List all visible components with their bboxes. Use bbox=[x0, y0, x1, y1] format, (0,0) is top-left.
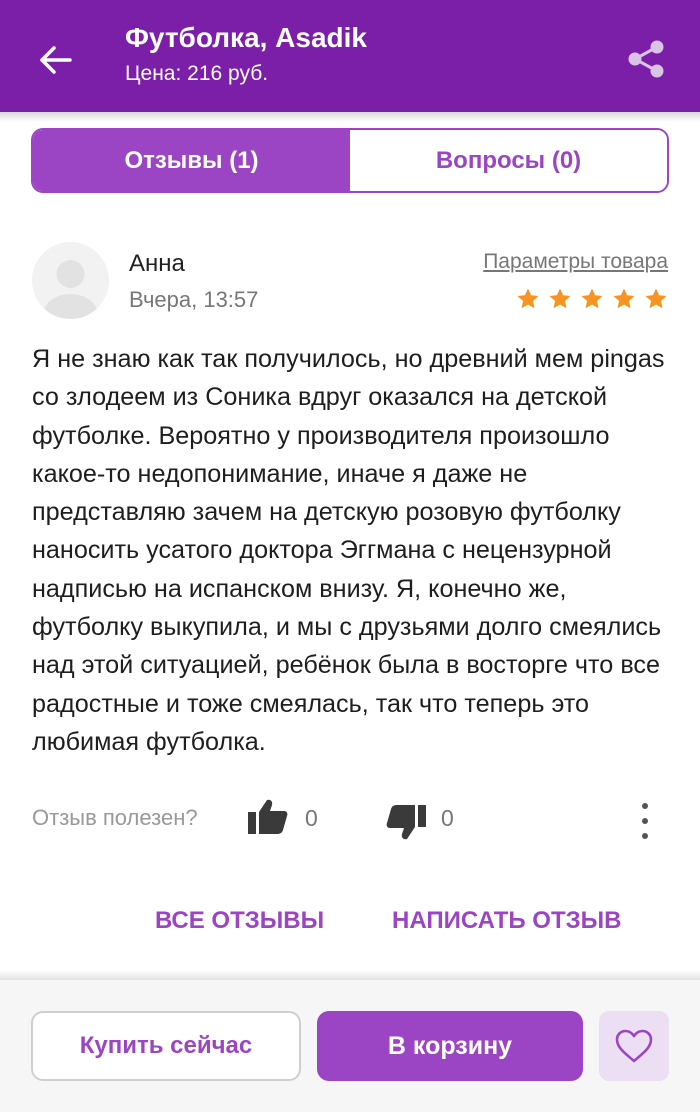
thumbs-up-icon[interactable] bbox=[246, 797, 290, 837]
helpful-label: Отзыв полезен? bbox=[32, 805, 198, 830]
share-icon bbox=[628, 40, 664, 78]
app-bar: Футболка, Asadik Цена: 216 руб. bbox=[0, 0, 700, 112]
all-reviews-link[interactable]: ВСЕ ОТЗЫВЫ bbox=[155, 907, 324, 935]
star-icon bbox=[517, 288, 539, 309]
more-vert-icon bbox=[642, 803, 648, 809]
favorite-button[interactable] bbox=[599, 1011, 669, 1081]
rating-stars bbox=[516, 287, 668, 311]
add-to-cart-button[interactable]: В корзину bbox=[317, 1011, 583, 1081]
share-button[interactable] bbox=[620, 36, 672, 82]
arrow-left-icon bbox=[40, 46, 72, 74]
tab-reviews[interactable]: Отзывы (1) bbox=[33, 130, 350, 191]
star-icon bbox=[581, 288, 603, 309]
product-title: Футболка, Asadik bbox=[125, 22, 367, 53]
tab-questions[interactable]: Вопросы (0) bbox=[350, 130, 667, 191]
review-date: Вчера, 13:57 bbox=[129, 287, 259, 312]
heart-icon bbox=[615, 1029, 653, 1063]
app-bar-shadow bbox=[0, 112, 700, 122]
star-icon bbox=[549, 288, 571, 309]
star-icon bbox=[645, 288, 667, 309]
thumbs-down-icon[interactable] bbox=[384, 802, 428, 842]
review-author: Анна bbox=[129, 250, 185, 277]
review-tabs: Отзывы (1) Вопросы (0) bbox=[31, 128, 669, 193]
user-placeholder-icon bbox=[43, 260, 98, 319]
likes-count: 0 bbox=[305, 805, 318, 831]
star-icon bbox=[613, 288, 635, 309]
back-button[interactable] bbox=[30, 38, 80, 82]
dislikes-count: 0 bbox=[441, 805, 454, 831]
avatar bbox=[32, 242, 109, 319]
product-price: Цена: 216 руб. bbox=[125, 62, 269, 85]
review-text: Я не знаю как так получилось, но древний… bbox=[32, 345, 665, 756]
more-options-button[interactable] bbox=[632, 803, 658, 839]
write-review-link[interactable]: НАПИСАТЬ ОТЗЫВ bbox=[392, 907, 622, 935]
product-params-link[interactable]: Параметры товара bbox=[483, 250, 668, 274]
buy-now-button[interactable]: Купить сейчас bbox=[31, 1011, 301, 1081]
